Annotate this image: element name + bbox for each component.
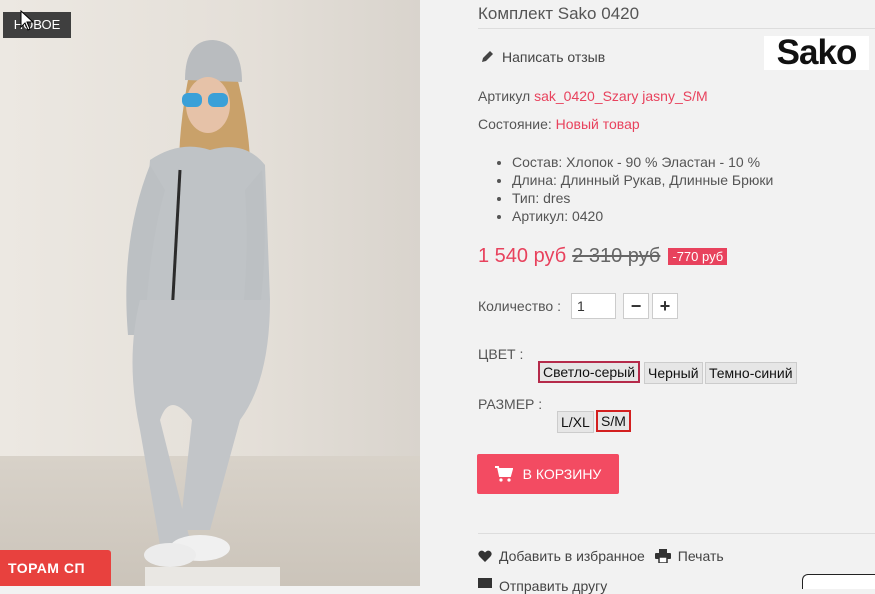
model-figure: [126, 40, 270, 567]
condition-line: Состояние: Новый товар: [478, 116, 640, 132]
divider: [478, 28, 875, 29]
color-label: ЦВЕТ :: [478, 346, 524, 362]
write-review-link[interactable]: Написать отзыв: [480, 49, 605, 65]
chat-widget-tab[interactable]: [802, 574, 875, 589]
envelope-icon: [478, 578, 492, 588]
color-option-black[interactable]: Черный: [644, 362, 703, 384]
sku-line: Артикул sak_0420_Szary jasny_S/M: [478, 88, 708, 104]
quantity-minus-button[interactable]: −: [622, 293, 649, 319]
quantity-plus-button[interactable]: +: [651, 293, 678, 319]
size-label: РАЗМЕР :: [478, 396, 543, 412]
current-price: 1 540 руб: [478, 245, 567, 267]
sku-label: Артикул: [478, 88, 531, 104]
size-option-sm[interactable]: S/M: [596, 410, 631, 432]
size-option-lxl[interactable]: L/XL: [557, 411, 594, 433]
quantity-row: Количество : − +: [478, 293, 678, 319]
send-friend-label: Отправить другу: [499, 578, 608, 594]
thumbnail-strip: [145, 567, 280, 586]
spec-item: Длина: Длинный Рукав, Длинные Брюки: [512, 171, 773, 189]
spec-item: Тип: dres: [512, 189, 773, 207]
write-review-label: Написать отзыв: [502, 49, 606, 65]
spec-list: Состав: Хлопок - 90 % Эластан - 10 % Дли…: [497, 153, 773, 225]
wishlist-label: Добавить в избранное: [499, 548, 645, 564]
brand-logo[interactable]: Sako: [764, 35, 869, 70]
badge-new: НОВОЕ: [3, 12, 71, 38]
add-to-wishlist-link[interactable]: Добавить в избранное: [478, 548, 645, 564]
sku-value: sak_0420_Szary jasny_S/M: [534, 88, 708, 104]
pencil-icon: [482, 51, 493, 62]
add-to-cart-label: В КОРЗИНУ: [522, 466, 602, 482]
mouse-cursor-icon: [20, 10, 35, 31]
spec-item: Состав: Хлопок - 90 % Эластан - 10 %: [512, 153, 773, 171]
condition-label: Состояние:: [478, 116, 552, 132]
divider: [478, 533, 875, 534]
condition-value: Новый товар: [555, 116, 640, 132]
promo-banner[interactable]: ТОРАМ СП: [0, 550, 111, 586]
color-option-light-grey[interactable]: Светло-серый: [538, 361, 641, 383]
discount-badge: -770 руб: [668, 248, 728, 265]
product-actions: Добавить в избранное Печать: [478, 548, 724, 564]
printer-icon: [654, 549, 671, 563]
send-to-friend-link[interactable]: Отправить другу: [478, 578, 607, 594]
product-title: Комплект Sako 0420: [478, 4, 640, 23]
spec-item: Артикул: 0420: [512, 207, 773, 225]
quantity-label: Количество :: [478, 298, 561, 314]
color-option-navy[interactable]: Темно-синий: [705, 362, 797, 384]
cart-icon: [494, 466, 513, 482]
product-photo[interactable]: НОВОЕ ТОРАМ СП: [0, 0, 420, 586]
print-link[interactable]: Печать: [654, 548, 724, 564]
price-row: 1 540 руб 2 310 руб -770 руб: [478, 245, 728, 268]
print-label: Печать: [677, 548, 724, 564]
quantity-input[interactable]: [570, 293, 616, 319]
heart-icon: [478, 550, 492, 562]
old-price: 2 310 руб: [572, 245, 661, 267]
add-to-cart-button[interactable]: В КОРЗИНУ: [477, 454, 619, 494]
